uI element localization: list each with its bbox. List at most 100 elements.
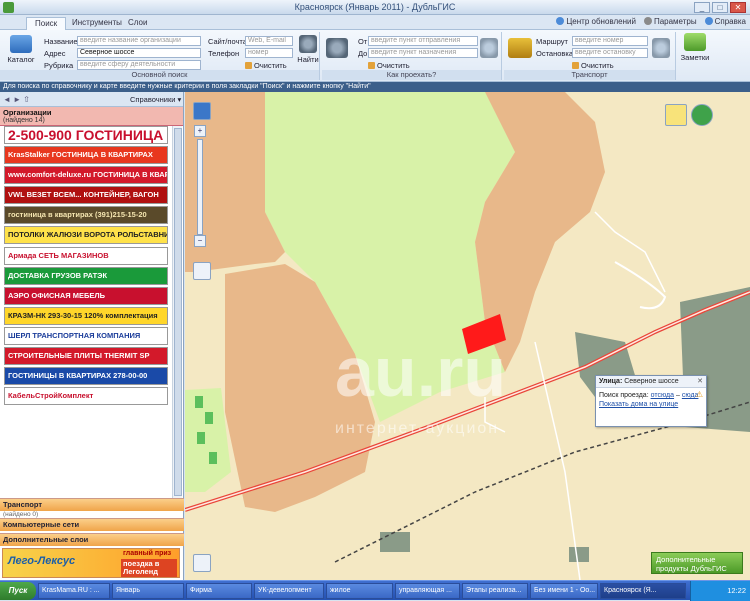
eraser-icon: [572, 62, 579, 69]
ad-banner[interactable]: www.comfort-deluxe.ru ГОСТИНИЦА В КВАРТИ…: [4, 166, 168, 185]
catalog-button[interactable]: Каталог: [6, 35, 36, 67]
taskbar-item[interactable]: Этапы реализа...: [462, 583, 528, 599]
green-strip: [185, 388, 231, 492]
window-title: Красноярск (Январь 2011) - ДубльГИС: [294, 2, 456, 12]
group-caption-route: Как проехать?: [322, 70, 501, 80]
ad-banner[interactable]: VWL ВЕЗЕТ ВСЕМ... КОНТЕЙНЕР, ВАГОН: [4, 186, 168, 205]
directory-dropdown[interactable]: Справочники ▾: [130, 95, 181, 104]
group-transport: Маршрут введите номер Остановка введите …: [504, 32, 676, 80]
stop-input[interactable]: введите остановку: [572, 48, 648, 58]
binoculars-route-icon[interactable]: [326, 38, 348, 58]
ad-banner[interactable]: Армада СЕТЬ МАГАЗИНОВ: [4, 246, 168, 265]
map-canvas[interactable]: [185, 92, 750, 580]
tab-layers[interactable]: Слои: [120, 17, 155, 30]
zoom-out-button[interactable]: −: [194, 235, 206, 247]
ad-banner[interactable]: 2-500-900 ГОСТИНИЦА В КВАРТИРАХ: [4, 126, 168, 144]
popup-close-icon[interactable]: ✕: [697, 377, 703, 385]
to-input[interactable]: введите пункт назначения: [368, 48, 478, 58]
taskbar-item[interactable]: KrasMama.RU : ...: [38, 583, 110, 599]
taskbar-item[interactable]: Без имени 1 - Oo...: [530, 583, 598, 599]
show-houses-link[interactable]: Показать дома на улице: [599, 400, 703, 409]
magnifier-icon[interactable]: [193, 262, 211, 280]
ad-banner[interactable]: ГОСТИНИЦЫ В КВАРТИРАХ 278-00-00: [4, 367, 168, 386]
lego-banner[interactable]: Лего-Лексус главный приз поездка в Легол…: [2, 548, 180, 578]
name-label: Название: [44, 37, 78, 46]
binoculars-icon: [299, 35, 317, 53]
rubric-input[interactable]: введите сферу деятельности: [77, 60, 201, 70]
stop-label: Остановка: [536, 49, 574, 58]
zoom-control[interactable]: + −: [194, 125, 206, 255]
banner-title: Лего-Лексус: [8, 555, 76, 567]
route-from-link[interactable]: отсюда: [651, 392, 674, 399]
zoom-in-button[interactable]: +: [194, 125, 206, 137]
ad-banner[interactable]: ПОТОЛКИ ЖАЛЮЗИ ВОРОТА РОЛЬСТАВНИ: [4, 226, 168, 245]
notes-icon: [684, 33, 706, 51]
find-button[interactable]: Найти: [296, 35, 320, 67]
orgs-header[interactable]: Организации (найдено 14): [0, 107, 183, 126]
orgs-count: (найдено 14): [3, 117, 45, 124]
taskbar-item[interactable]: Красноярск (Я...: [600, 583, 686, 599]
taskbar-item[interactable]: жилое: [326, 583, 393, 599]
from-input[interactable]: введите пункт отправления: [368, 36, 478, 46]
building: [209, 452, 217, 464]
banner-prize: главный приз: [123, 550, 172, 557]
clear-transport-button[interactable]: Очистить: [572, 61, 614, 70]
zoom-slider[interactable]: [197, 139, 203, 235]
building: [197, 432, 205, 444]
params-link[interactable]: Параметры: [643, 17, 697, 26]
notes-button[interactable]: Заметки: [680, 33, 710, 65]
ad-banner[interactable]: СТРОИТЕЛЬНЫЕ ПЛИТЫ THERMIT SP: [4, 347, 168, 366]
route-input[interactable]: введите номер: [572, 36, 648, 46]
ad-banner[interactable]: ШЕРЛ ТРАНСПОРТНАЯ КОМПАНИЯ: [4, 326, 168, 345]
ruler-icon[interactable]: [665, 104, 687, 126]
find-transport-icon[interactable]: [652, 38, 670, 58]
globe-icon: [556, 17, 565, 25]
updates-link[interactable]: Центр обновлений: [556, 17, 636, 26]
find-route-icon[interactable]: [480, 38, 498, 58]
scroll-thumb[interactable]: [174, 128, 182, 496]
to-label: До: [358, 49, 368, 58]
ad-banner[interactable]: КРАЗМ-НК 293-30-15 120% комплектация: [4, 306, 168, 325]
taskbar-item[interactable]: Январь: [112, 583, 184, 599]
compass-icon[interactable]: [691, 104, 713, 126]
phone-label: Телефон: [208, 49, 240, 58]
gear-icon: [643, 17, 652, 25]
clear-button[interactable]: Очистить: [245, 61, 287, 70]
eraser-icon: [245, 62, 252, 69]
tab-search[interactable]: Поиск: [26, 17, 67, 30]
ad-banner[interactable]: АЭРО ОФИСНАЯ МЕБЕЛЬ: [4, 286, 168, 305]
ads-scrollbar[interactable]: [172, 126, 182, 498]
maximize-button[interactable]: □: [712, 2, 728, 13]
industrial-block-2: [569, 547, 589, 562]
taskbar-item[interactable]: УК-девелопмент: [254, 583, 324, 599]
fit-view-icon[interactable]: [193, 554, 211, 572]
minimize-button[interactable]: _: [694, 2, 710, 13]
help-link[interactable]: Справка: [704, 17, 746, 26]
start-button[interactable]: Пуск: [0, 582, 36, 600]
back-arrow-icon[interactable]: [193, 102, 211, 120]
book-icon: [10, 35, 32, 53]
close-button[interactable]: ✕: [730, 2, 746, 13]
site-input[interactable]: Web, E-mail: [245, 36, 293, 46]
phone-input[interactable]: номер: [245, 48, 293, 58]
map-view[interactable]: au.ru интернет-аукцион + − Улица: Северн…: [185, 92, 750, 580]
nav-arrows-icon[interactable]: ◄ ► ⇧: [3, 95, 33, 104]
taskbar-item[interactable]: управляющая ...: [395, 583, 460, 599]
ribbon: Каталог Название введите название органи…: [0, 30, 750, 82]
clear-route-button[interactable]: Очистить: [368, 61, 410, 70]
taskbar-item[interactable]: Фирма: [186, 583, 252, 599]
ad-banner[interactable]: гостиница в квартирах (391)215-15-20: [4, 206, 168, 225]
extra-products-button[interactable]: Дополнительные продукты ДубльГИС: [651, 552, 743, 574]
section-networks[interactable]: Компьютерные сети: [0, 518, 184, 531]
address-input[interactable]: Северное шоссе: [77, 48, 201, 58]
section-layers[interactable]: Дополнительные слои: [0, 533, 184, 546]
ad-banner[interactable]: ДОСТАВКА ГРУЗОВ РАТЭК: [4, 266, 168, 285]
group-caption-transport: Транспорт: [504, 70, 675, 80]
name-input[interactable]: введите название организации: [77, 36, 201, 46]
ad-banner[interactable]: КабельСтройКомплект: [4, 387, 168, 406]
ad-banner[interactable]: KrasStalker ГОСТИНИЦА В КВАРТИРАХ: [4, 146, 168, 165]
from-label: От: [358, 37, 368, 46]
ads-list: 2-500-900 ГОСТИНИЦА В КВАРТИРАХ KrasStalk…: [4, 126, 168, 407]
bus-icon: [508, 38, 532, 58]
section-transport[interactable]: Транспорт: [0, 498, 184, 511]
